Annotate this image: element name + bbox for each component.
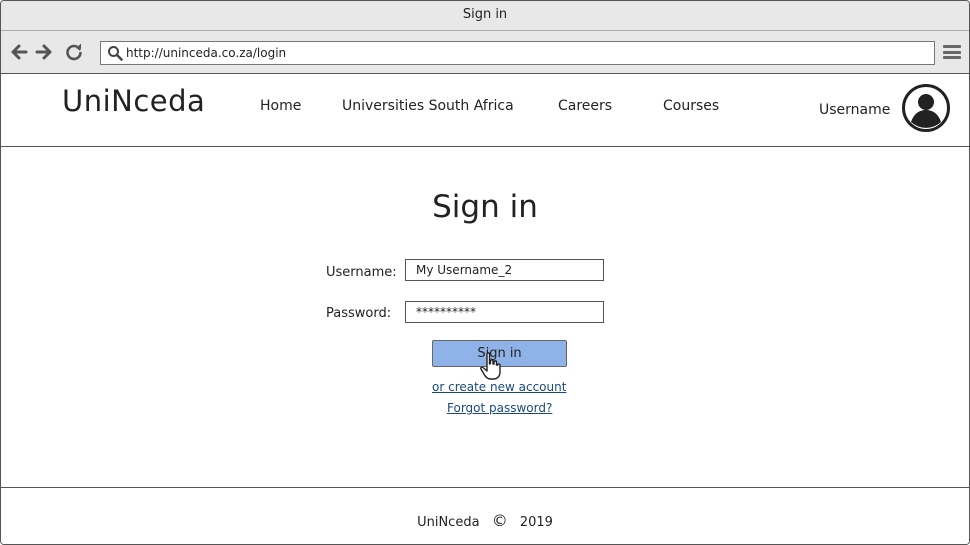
page-title: Sign in [432,189,538,225]
nav-item-careers[interactable]: Careers [558,98,612,114]
password-label: Password: [326,306,392,321]
search-icon [107,45,123,65]
site-footer: UniNceda © 2019 [1,487,969,544]
create-account-link[interactable]: or create new account [432,380,566,394]
reload-icon[interactable] [64,42,84,62]
user-avatar-icon[interactable] [902,84,950,132]
arrow-left-icon[interactable] [9,42,29,62]
address-bar[interactable] [100,41,935,65]
arrow-right-icon[interactable] [34,42,54,62]
footer-brand: UniNceda [417,515,480,530]
user-name-label[interactable]: Username [819,102,890,118]
browser-window: Sign in UniNceda Home Universities South… [0,0,970,545]
password-field[interactable] [405,301,604,323]
nav-item-courses[interactable]: Courses [663,98,719,114]
hamburger-menu-icon[interactable] [943,45,961,59]
footer-text: UniNceda © 2019 [1,511,969,530]
url-input[interactable] [126,44,906,61]
copyright-symbol: © [491,511,508,530]
username-field[interactable] [405,259,604,281]
window-title: Sign in [1,1,969,31]
footer-year: 2019 [519,515,553,530]
site-header: UniNceda Home Universities South Africa … [1,74,969,147]
nav-item-home[interactable]: Home [260,98,301,114]
browser-toolbar [1,31,969,74]
nav-item-universities[interactable]: Universities South Africa [342,98,514,114]
site-logo[interactable]: UniNceda [62,84,205,118]
forgot-password-link[interactable]: Forgot password? [447,401,552,415]
username-label: Username: [326,265,397,280]
